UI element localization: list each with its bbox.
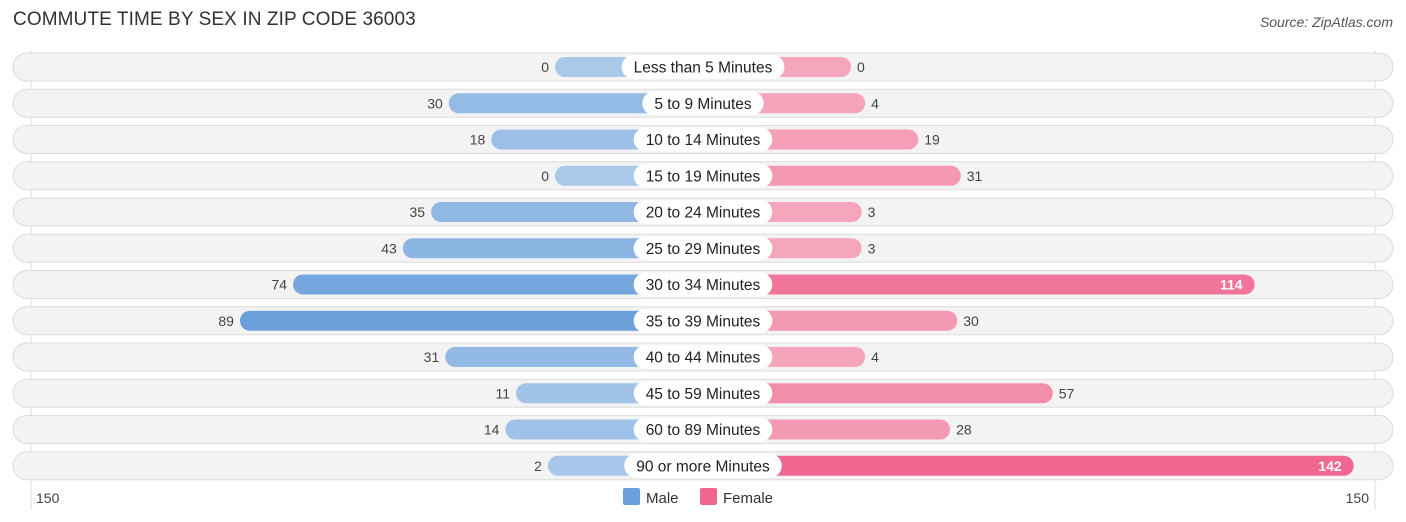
value-label-male: 31	[424, 349, 440, 365]
legend-swatch-male	[623, 488, 640, 505]
chart-row: 31 4 40 to 44 Minutes	[12, 342, 1394, 372]
value-label-female: 3	[868, 204, 876, 220]
chart-row: 18 19 10 to 14 Minutes	[12, 125, 1394, 154]
value-label-male: 74	[271, 277, 287, 293]
category-label: 60 to 89 Minutes	[646, 422, 761, 439]
value-label-female: 114	[1220, 277, 1243, 293]
value-label-female: 19	[924, 132, 940, 148]
value-label-male: 14	[484, 422, 500, 438]
value-label-male: 35	[410, 204, 426, 220]
category-label: 35 to 39 Minutes	[646, 313, 761, 330]
value-label-female: 142	[1318, 458, 1342, 474]
category-label: 5 to 9 Minutes	[654, 96, 752, 113]
chart-row: 14 28 60 to 89 Minutes	[12, 415, 1394, 444]
legend-label-female: Female	[723, 490, 773, 507]
value-label-female: 28	[956, 422, 972, 438]
value-label-male: 11	[496, 385, 511, 401]
value-label-male: 0	[541, 59, 549, 75]
category-label: 20 to 24 Minutes	[646, 205, 761, 222]
value-label-female: 57	[1059, 385, 1075, 401]
category-label: 30 to 34 Minutes	[646, 277, 761, 294]
value-label-female: 4	[871, 349, 879, 365]
value-label-male: 89	[218, 313, 234, 329]
chart-row: 74 114 30 to 34 Minutes	[12, 270, 1394, 299]
commute-chart: 0 0Less than 5 Minutes30 45 to 9 Minutes18…	[12, 50, 1394, 510]
chart-row: 89 30 35 to 39 Minutes	[12, 306, 1394, 336]
legend-swatch-female	[700, 488, 717, 505]
chart-row: 0 0 Less than 5 Minutes	[12, 52, 1394, 82]
bar-female	[703, 274, 1255, 295]
category-label: 15 to 19 Minutes	[646, 168, 761, 185]
chart-row: 2 142 90 or more Minutes	[12, 451, 1394, 481]
value-label-female: 0	[857, 59, 865, 75]
category-label: 25 to 29 Minutes	[646, 241, 761, 258]
value-label-male: 18	[470, 132, 486, 148]
bar-male	[239, 310, 703, 331]
category-label: 90 or more Minutes	[636, 458, 770, 475]
value-label-male: 30	[427, 95, 443, 111]
chart-row: 0 31 15 to 19 Minutes	[12, 161, 1394, 191]
bar-female	[703, 455, 1354, 476]
chart-row: 43 3 25 to 29 Minutes	[12, 233, 1394, 263]
category-label: Less than 5 Minutes	[634, 60, 773, 77]
value-label-male: 43	[381, 240, 397, 256]
axis-left-label: 150	[36, 490, 60, 506]
category-label: 45 to 59 Minutes	[646, 386, 761, 403]
category-label: 40 to 44 Minutes	[646, 350, 761, 367]
chart-row: 11 57 45 to 59 Minutes	[12, 378, 1394, 408]
value-label-female: 31	[967, 168, 983, 184]
legend-label-male: Male	[646, 490, 679, 507]
axis-right-label: 150	[1346, 490, 1370, 506]
chart-row: 35 3 20 to 24 Minutes	[12, 197, 1394, 227]
value-label-male: 0	[541, 168, 549, 184]
value-label-female: 30	[963, 313, 979, 329]
value-label-female: 3	[868, 240, 876, 256]
category-label: 10 to 14 Minutes	[646, 132, 761, 149]
chart-row: 30 4 5 to 9 Minutes	[12, 88, 1394, 118]
value-label-male: 2	[534, 458, 542, 474]
value-label-female: 4	[871, 95, 879, 111]
legend: Male Female	[623, 488, 773, 507]
